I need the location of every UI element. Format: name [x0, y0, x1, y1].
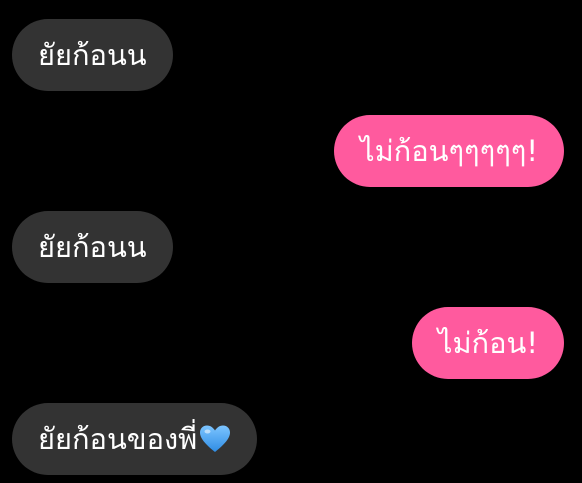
chat-thread: ยัยก้อนน ไม่ก้อนๆๆๆๆๆ! ยัยก้อนน ไม่ก้อน!…: [0, 0, 582, 483]
message-text: ยัยก้อนน: [38, 230, 147, 264]
message-text: ไม่ก้อน!: [437, 326, 538, 360]
incoming-message-bubble[interactable]: ยัยก้อนน: [12, 19, 173, 91]
message-text: ไม่ก้อนๆๆๆๆๆ!: [359, 134, 538, 168]
incoming-message-bubble[interactable]: ยัยก้อนน: [12, 211, 173, 283]
blue-heart-icon: [200, 425, 231, 452]
outgoing-message-bubble[interactable]: ไม่ก้อน!: [411, 307, 564, 379]
message-text: ยัยก้อนน: [38, 38, 147, 72]
message-text: ยัยก้อนของพี่: [38, 422, 198, 456]
outgoing-message-bubble[interactable]: ไม่ก้อนๆๆๆๆๆ!: [333, 115, 564, 187]
incoming-message-bubble[interactable]: ยัยก้อนของพี่: [12, 403, 258, 475]
